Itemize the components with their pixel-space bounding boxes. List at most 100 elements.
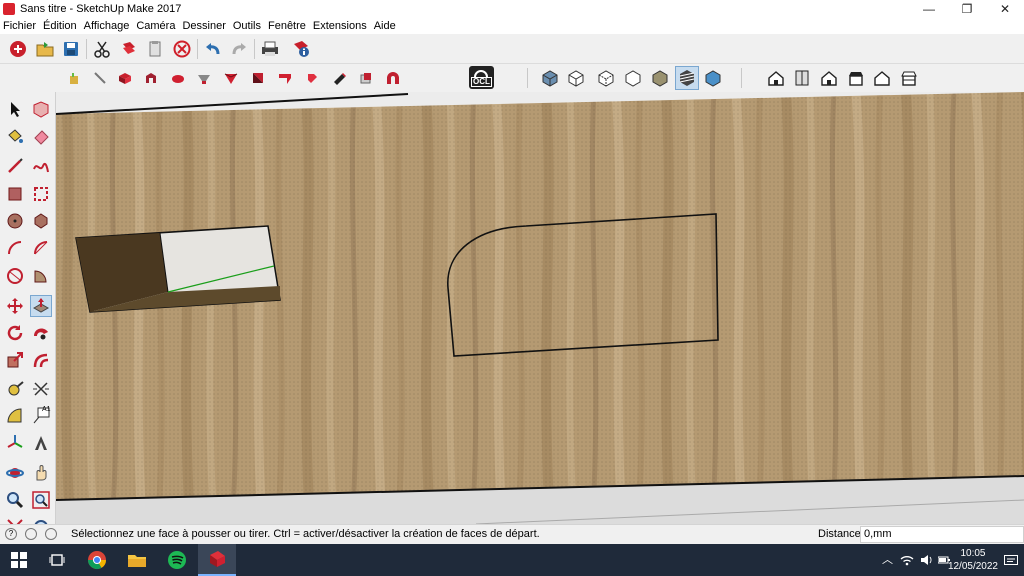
distance-input[interactable]: 0,mm — [860, 526, 1024, 543]
hidden-line-icon[interactable] — [596, 68, 616, 88]
line-icon[interactable] — [4, 155, 26, 177]
menu-fichier[interactable]: Fichier — [3, 20, 36, 32]
xray-icon[interactable] — [540, 68, 560, 88]
magnet-icon[interactable] — [356, 68, 376, 88]
clock[interactable]: 10:05 12/05/2022 — [948, 547, 998, 573]
redo-icon[interactable] — [228, 38, 250, 60]
ocl-button[interactable]: OCL — [469, 66, 494, 89]
three-point-arc-icon[interactable] — [30, 265, 52, 287]
left-view-icon[interactable] — [899, 68, 919, 88]
orbit-icon[interactable] — [4, 462, 26, 484]
sketchup-taskbar-icon[interactable] — [198, 544, 236, 576]
cut-icon[interactable] — [91, 38, 113, 60]
wireframe-icon[interactable] — [566, 68, 586, 88]
previous-view-icon[interactable] — [30, 516, 52, 524]
windows-start-icon[interactable] — [0, 544, 38, 576]
pie-icon[interactable] — [30, 237, 52, 259]
menu-outils[interactable]: Outils — [233, 20, 261, 32]
text-icon[interactable]: A1 — [30, 405, 52, 427]
task-view-icon[interactable] — [38, 544, 76, 576]
save-icon[interactable] — [60, 38, 82, 60]
smoove-icon[interactable] — [90, 68, 110, 88]
move-icon[interactable] — [4, 295, 26, 317]
copy-icon[interactable] — [118, 38, 140, 60]
menu-extensions[interactable]: Extensions — [313, 20, 367, 32]
push-pull-icon[interactable] — [30, 295, 52, 317]
new-icon[interactable] — [7, 38, 29, 60]
menu-dessiner[interactable]: Dessiner — [182, 20, 225, 32]
from-contours-icon[interactable] — [221, 68, 241, 88]
zoom-extents-icon[interactable] — [4, 516, 26, 524]
minimize-button[interactable]: — — [912, 0, 946, 18]
volume-icon[interactable] — [920, 554, 934, 566]
menu-affichage[interactable]: Affichage — [84, 20, 130, 32]
pan-icon[interactable] — [30, 462, 52, 484]
monochrome-icon[interactable] — [675, 66, 699, 90]
undo-icon[interactable] — [202, 38, 224, 60]
user-icon[interactable] — [45, 528, 57, 540]
push-pull-face-icon[interactable] — [275, 68, 295, 88]
back-view-icon[interactable] — [872, 68, 892, 88]
close-button[interactable]: ✕ — [988, 0, 1022, 18]
print-icon[interactable] — [259, 38, 281, 60]
chrome-icon[interactable] — [78, 544, 116, 576]
pocket-cutout[interactable] — [75, 225, 281, 313]
add-detail-icon[interactable] — [168, 68, 188, 88]
rectangle-icon[interactable] — [4, 183, 26, 205]
menu-edition[interactable]: Édition — [43, 20, 77, 32]
paint-icon[interactable] — [302, 68, 322, 88]
protractor-icon[interactable] — [4, 405, 26, 427]
stamp-icon[interactable] — [115, 68, 135, 88]
make-component-icon[interactable] — [30, 98, 52, 120]
follow-me-icon[interactable] — [30, 322, 52, 344]
erase-icon[interactable] — [171, 38, 193, 60]
scale-icon[interactable] — [4, 349, 26, 371]
model-viewport[interactable] — [56, 92, 1024, 524]
zoom-window-icon[interactable] — [30, 489, 52, 511]
arc-icon[interactable] — [4, 237, 26, 259]
tray-chevron-icon[interactable]: ︿ — [882, 551, 893, 567]
zoom-icon[interactable] — [4, 489, 26, 511]
eraser-icon[interactable] — [30, 125, 52, 147]
3d-text-icon[interactable] — [30, 432, 52, 454]
spotify-icon[interactable] — [158, 544, 196, 576]
top-view-icon[interactable] — [792, 68, 812, 88]
restore-button[interactable]: ❐ — [950, 0, 984, 18]
open-icon[interactable] — [34, 38, 56, 60]
offset-icon[interactable] — [30, 349, 52, 371]
section-icon[interactable] — [329, 68, 349, 88]
freehand-icon[interactable] — [30, 155, 52, 177]
select-icon[interactable] — [4, 98, 26, 120]
rotate-icon[interactable] — [4, 322, 26, 344]
shaded-icon[interactable] — [623, 68, 643, 88]
rotated-rectangle-icon[interactable] — [30, 183, 52, 205]
front-view-icon[interactable] — [819, 68, 839, 88]
shaded-texture-icon[interactable] — [650, 68, 670, 88]
circle-icon[interactable] — [4, 210, 26, 232]
drape-icon[interactable] — [141, 68, 161, 88]
iso-view-icon[interactable] — [766, 68, 786, 88]
wifi-icon[interactable] — [900, 554, 914, 566]
model-info-icon[interactable] — [290, 38, 312, 60]
model-canvas[interactable] — [56, 92, 1024, 524]
dimension-icon[interactable] — [30, 378, 52, 400]
two-point-arc-icon[interactable] — [4, 265, 26, 287]
tape-measure-icon[interactable] — [4, 378, 26, 400]
texture-icon[interactable] — [64, 68, 84, 88]
arch-icon[interactable] — [383, 68, 403, 88]
from-scratch-icon[interactable] — [248, 68, 268, 88]
polygon-icon[interactable] — [30, 210, 52, 232]
back-edges-icon[interactable] — [703, 68, 723, 88]
notifications-icon[interactable] — [1004, 555, 1018, 566]
geolocation-icon[interactable]: ? — [5, 528, 17, 540]
file-explorer-icon[interactable] — [118, 544, 156, 576]
axes-icon[interactable] — [4, 432, 26, 454]
right-view-icon[interactable] — [846, 68, 866, 88]
paint-bucket-icon[interactable] — [4, 125, 26, 147]
flip-edge-icon[interactable] — [194, 68, 214, 88]
menu-camera[interactable]: Caméra — [136, 20, 175, 32]
menu-aide[interactable]: Aide — [374, 20, 396, 32]
menu-fenetre[interactable]: Fenêtre — [268, 20, 306, 32]
paste-icon[interactable] — [144, 38, 166, 60]
credits-icon[interactable] — [25, 528, 37, 540]
